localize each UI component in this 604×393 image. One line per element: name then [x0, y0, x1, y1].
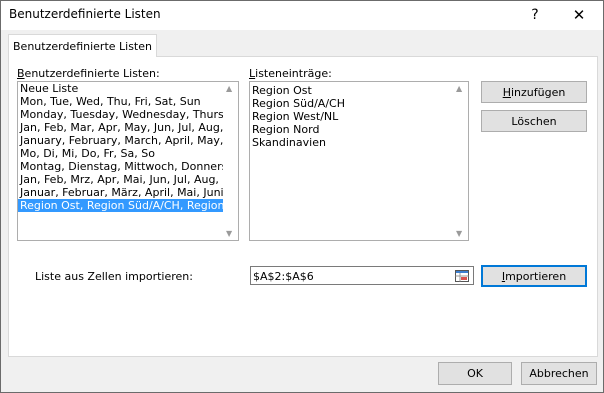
tab-area: Benutzerdefinierte Listen Benutzerdefini… [1, 30, 603, 360]
custom-lists-label: Benutzerdefinierte Listen: [17, 67, 160, 80]
add-button-label: Hinzufügen [502, 85, 566, 99]
custom-list-item[interactable]: Jan, Feb, Mrz, Apr, Mai, Jun, Jul, Aug, … [18, 173, 223, 186]
custom-lists-listbox[interactable]: Neue Liste Mon, Tue, Wed, Thu, Fri, Sat, … [17, 81, 239, 241]
import-button-label: Importieren [501, 269, 567, 283]
tab-custom-lists[interactable]: Benutzerdefinierte Listen [8, 34, 157, 57]
scroll-up-icon[interactable]: ▲ [226, 84, 232, 93]
custom-list-item[interactable]: Jan, Feb, Mar, Apr, May, Jun, Jul, Aug, … [18, 121, 223, 134]
custom-list-item[interactable]: Neue Liste [18, 82, 223, 95]
custom-list-item[interactable]: Region Ost, Region Süd/A/CH, Region [18, 199, 223, 212]
ok-button-label: OK [467, 367, 483, 380]
import-button[interactable]: Importieren [481, 265, 587, 287]
list-entries-label: Listeneinträge: [249, 67, 332, 80]
import-range-input[interactable]: $A$2:$A$6 [250, 266, 474, 285]
list-entry-line: Region Nord [252, 123, 320, 136]
add-button[interactable]: Hinzufügen [481, 81, 587, 103]
help-button[interactable]: ? [513, 2, 557, 28]
list-entry-line: Region Süd/A/CH [252, 97, 345, 110]
list-entry-line: Skandinavien [252, 136, 326, 149]
import-label: Liste aus Zellen importieren: [35, 270, 193, 283]
custom-list-item[interactable]: Mo, Di, Mi, Do, Fr, Sa, So [18, 147, 223, 160]
custom-list-item[interactable]: Mon, Tue, Wed, Thu, Fri, Sat, Sun [18, 95, 223, 108]
range-selector-icon[interactable] [453, 267, 471, 284]
delete-button[interactable]: Löschen [481, 110, 587, 132]
custom-list-item[interactable]: Monday, Tuesday, Wednesday, Thursday [18, 108, 223, 121]
list-entries-textarea[interactable]: Region Ost Region Süd/A/CH Region West/NL R… [249, 81, 469, 241]
dialog-window: Benutzerdefinierte Listen ? ✕ Benutzerde… [0, 0, 604, 393]
custom-lists-scrollbar[interactable]: ▲ ▼ [223, 82, 238, 240]
custom-list-item[interactable]: Januar, Februar, März, April, Mai, Juni,… [18, 186, 223, 199]
ok-button[interactable]: OK [438, 362, 512, 385]
scroll-up-icon[interactable]: ▲ [456, 84, 462, 93]
title-bar: Benutzerdefinierte Listen ? ✕ [1, 1, 603, 30]
custom-list-item[interactable]: January, February, March, April, May, Ju [18, 134, 223, 147]
scroll-down-icon[interactable]: ▼ [226, 229, 232, 238]
list-entries-scrollbar[interactable]: ▲ ▼ [453, 82, 468, 240]
cancel-button[interactable]: Abbrechen [521, 362, 597, 385]
cancel-button-label: Abbrechen [529, 367, 589, 380]
list-entry-line: Region Ost [252, 84, 312, 97]
scroll-down-icon[interactable]: ▼ [456, 229, 462, 238]
delete-button-label: Löschen [511, 114, 557, 128]
custom-list-item[interactable]: Montag, Dienstag, Mittwoch, Donnerst [18, 160, 223, 173]
tab-panel: Benutzerdefinierte Listen: Neue Liste Mon… [8, 56, 598, 357]
window-title: Benutzerdefinierte Listen [9, 7, 161, 21]
list-entry-line: Region West/NL [252, 110, 339, 123]
close-button[interactable]: ✕ [557, 2, 601, 28]
